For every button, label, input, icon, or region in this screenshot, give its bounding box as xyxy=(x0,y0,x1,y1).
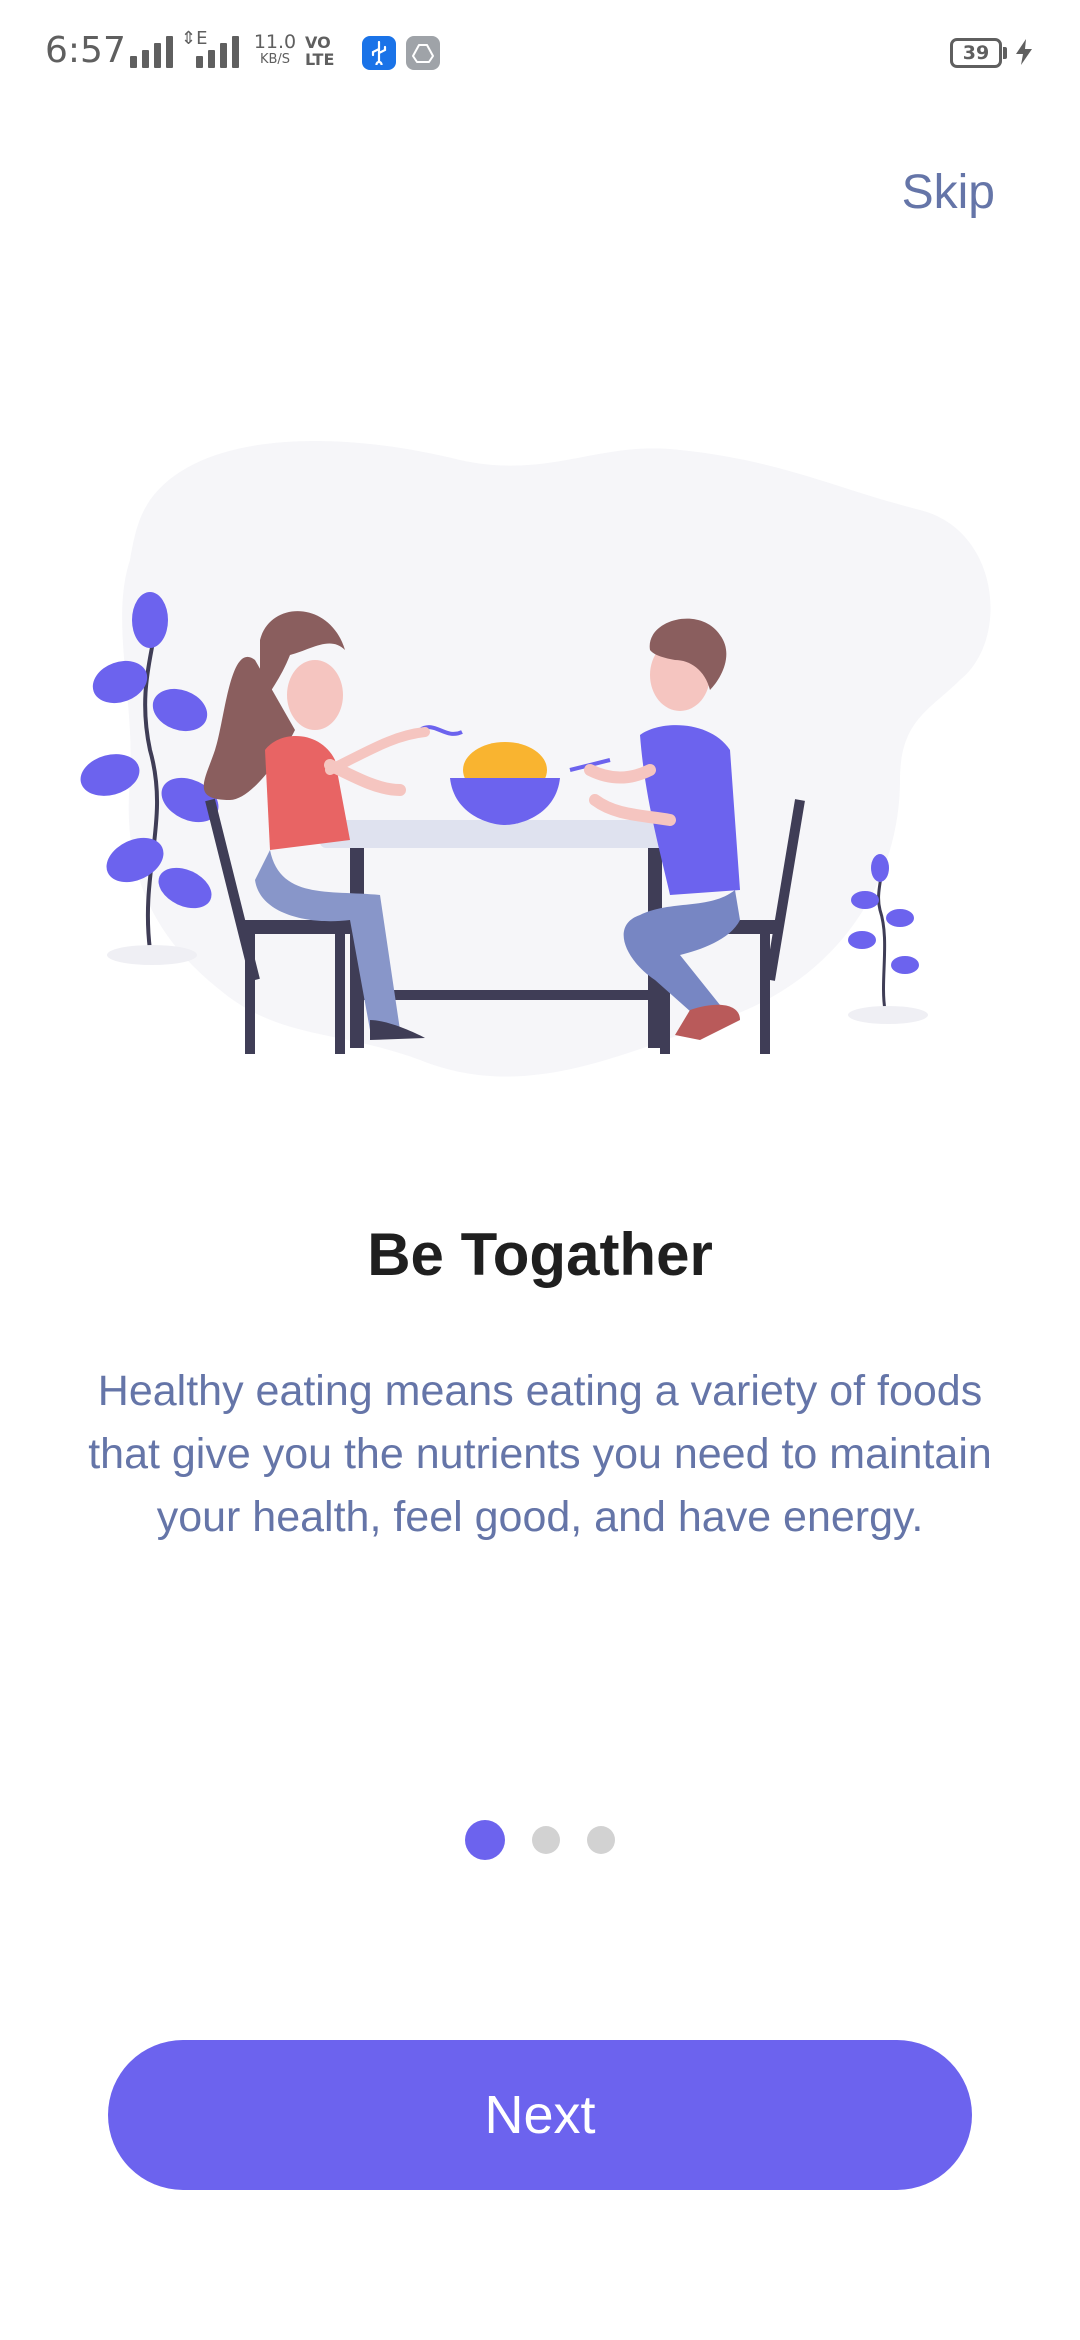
network-speed-value: 11.0 xyxy=(253,31,297,53)
next-button-label: Next xyxy=(484,2085,596,2145)
volte-icon: VO LTE xyxy=(305,34,334,68)
page-dot-3[interactable] xyxy=(587,1826,615,1854)
signal-strength-icon xyxy=(130,34,173,68)
couple-eating-illustration xyxy=(80,440,991,1077)
usb-icon xyxy=(362,36,396,70)
network-speed: 11.0 KB/S xyxy=(252,31,298,68)
page-dot-2[interactable] xyxy=(532,1826,560,1854)
network-speed-unit: KB/S xyxy=(259,52,291,67)
slide-title: Be Togather xyxy=(367,1221,713,1288)
volte-label-top: VO xyxy=(305,33,331,52)
signal-strength-icon xyxy=(196,34,239,68)
page-indicator xyxy=(0,1820,1080,1860)
battery-icon: 39 xyxy=(950,38,1002,68)
drive-icon xyxy=(406,36,440,70)
status-time: 6:57 xyxy=(45,30,126,71)
charging-icon xyxy=(1016,39,1032,65)
battery-tip xyxy=(1003,47,1007,59)
status-bar: 6:57 ⇕E 11.0 KB/S VO LTE 39 xyxy=(0,0,1080,110)
volte-label-bottom: LTE xyxy=(305,50,335,69)
page-dot-1[interactable] xyxy=(465,1820,505,1860)
next-button[interactable]: Next xyxy=(108,2040,972,2190)
skip-button[interactable]: Skip xyxy=(902,165,995,220)
slide-description: Healthy eating means eating a variety of… xyxy=(88,1367,992,1541)
